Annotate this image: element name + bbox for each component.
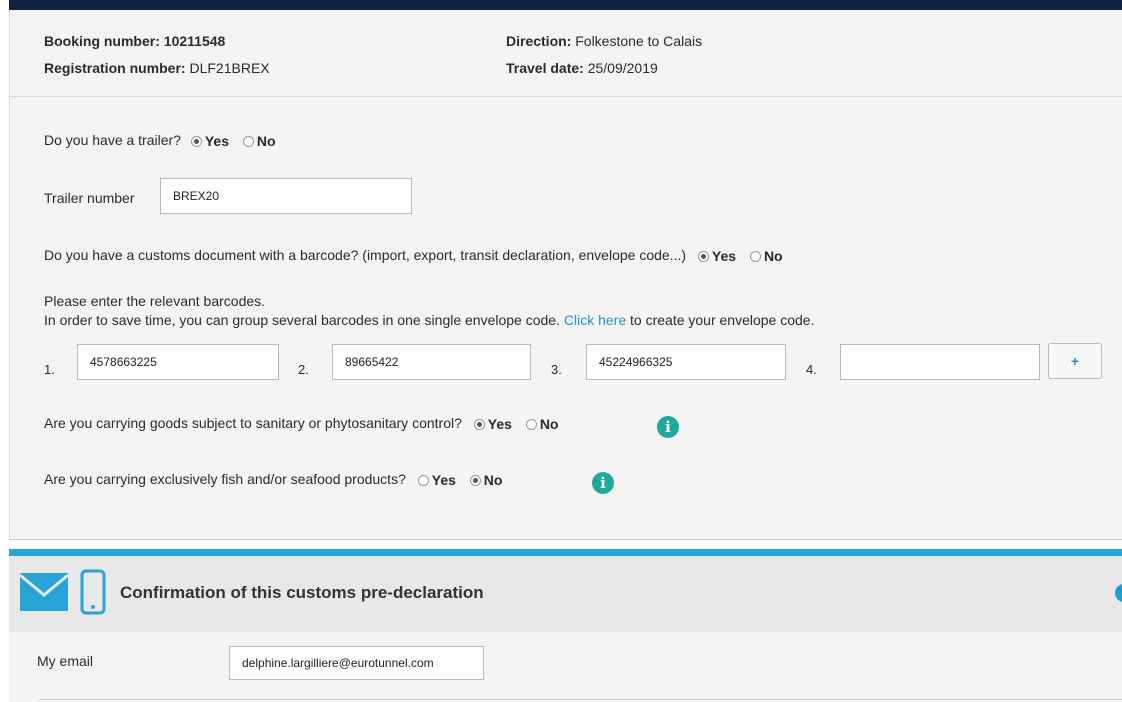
customs-no-label: No — [763, 248, 783, 265]
radio-unselected-icon — [525, 419, 537, 431]
sanitary-no-label: No — [539, 416, 559, 433]
sanitary-yes-label: Yes — [487, 416, 512, 433]
barcode-number-4: 4. — [806, 362, 817, 377]
direction-label: Direction: — [506, 33, 572, 49]
section-accent-bar — [9, 549, 1122, 556]
registration-value: DLF21BREX — [189, 60, 270, 76]
radio-selected-icon — [697, 251, 709, 263]
trailer-no-label: No — [256, 133, 276, 150]
barcode-input-2[interactable]: 89665422 — [332, 344, 531, 380]
sanitary-question-text: Are you carrying goods subject to sanita… — [44, 415, 462, 431]
envelope-icon — [20, 573, 68, 611]
trailer-question: Do you have a trailer? Yes No — [44, 132, 276, 149]
fish-yes-radio[interactable]: Yes — [417, 472, 456, 489]
add-barcode-button[interactable]: + — [1048, 343, 1102, 379]
trailer-number-label: Trailer number — [44, 190, 135, 206]
travel-date-label: Travel date: — [506, 60, 584, 76]
divider — [10, 96, 1122, 97]
booking-number-label: Booking number: — [44, 33, 160, 49]
sanitary-no-radio[interactable]: No — [525, 416, 559, 433]
barcode-number-1: 1. — [44, 362, 55, 377]
trailer-yes-radio[interactable]: Yes — [190, 133, 229, 150]
barcode-number-3: 3. — [551, 362, 562, 377]
direction: Direction: Folkestone to Calais — [506, 33, 702, 49]
radio-selected-icon — [469, 475, 481, 487]
customs-question: Do you have a customs document with a ba… — [44, 247, 783, 264]
confirmation-header[interactable]: Confirmation of this customs pre-declara… — [9, 556, 1122, 632]
email-input[interactable]: delphine.largilliere@eurotunnel.com — [229, 646, 484, 680]
direction-value: Folkestone to Calais — [575, 33, 703, 49]
trailer-number-input[interactable]: BREX20 — [160, 178, 412, 214]
email-label: My email — [37, 653, 94, 669]
trailer-no-radio[interactable]: No — [242, 133, 276, 150]
radio-selected-icon — [190, 136, 202, 148]
barcodes-intro: Please enter the relevant barcodes. — [44, 293, 266, 309]
barcode-input-1[interactable]: 4578663225 — [77, 344, 279, 380]
barcode-input-3[interactable]: 45224966325 — [586, 344, 786, 380]
sanitary-yes-radio[interactable]: Yes — [473, 416, 512, 433]
booking-number: Booking number: 10211548 — [44, 33, 225, 49]
barcode-input-4[interactable] — [840, 344, 1040, 380]
info-icon[interactable]: i — [657, 416, 679, 438]
collapse-toggle-icon[interactable] — [1115, 584, 1122, 602]
customs-yes-label: Yes — [711, 248, 737, 265]
travel-date: Travel date: 25/09/2019 — [506, 60, 658, 76]
envelope-hint-text-end: to create your envelope code. — [630, 312, 815, 328]
customs-question-text: Do you have a customs document with a ba… — [44, 247, 687, 263]
booking-number-value: 10211548 — [163, 33, 226, 49]
divider — [39, 699, 1122, 700]
registration-label: Registration number: — [44, 60, 186, 76]
customs-yes-radio[interactable]: Yes — [697, 248, 737, 265]
declaration-panel: Booking number: 10211548 Registration nu… — [9, 10, 1122, 540]
barcode-number-2: 2. — [298, 362, 309, 377]
radio-unselected-icon — [242, 136, 254, 148]
radio-unselected-icon — [417, 475, 429, 487]
sanitary-question: Are you carrying goods subject to sanita… — [44, 415, 558, 432]
top-navy-bar — [9, 0, 1122, 10]
customs-no-radio[interactable]: No — [749, 248, 783, 265]
fish-no-radio[interactable]: No — [469, 472, 503, 489]
fish-no-label: No — [483, 472, 503, 489]
create-envelope-link[interactable]: Click here — [564, 312, 626, 328]
trailer-yes-label: Yes — [204, 133, 229, 150]
radio-unselected-icon — [749, 251, 761, 263]
travel-date-value: 25/09/2019 — [587, 60, 658, 76]
info-icon[interactable]: i — [592, 472, 614, 494]
radio-selected-icon — [473, 419, 485, 431]
confirmation-title: Confirmation of this customs pre-declara… — [120, 583, 484, 602]
fish-question-text: Are you carrying exclusively fish and/or… — [44, 471, 406, 487]
mobile-phone-icon — [80, 569, 106, 615]
fish-yes-label: Yes — [431, 472, 456, 489]
trailer-question-text: Do you have a trailer? — [44, 132, 181, 148]
email-row: My email delphine.largilliere@eurotunnel… — [9, 632, 1122, 702]
envelope-hint-text: In order to save time, you can group sev… — [44, 312, 560, 328]
barcodes-envelope-hint: In order to save time, you can group sev… — [44, 312, 814, 328]
registration-number: Registration number: DLF21BREX — [44, 60, 270, 76]
fish-question: Are you carrying exclusively fish and/or… — [44, 471, 502, 488]
